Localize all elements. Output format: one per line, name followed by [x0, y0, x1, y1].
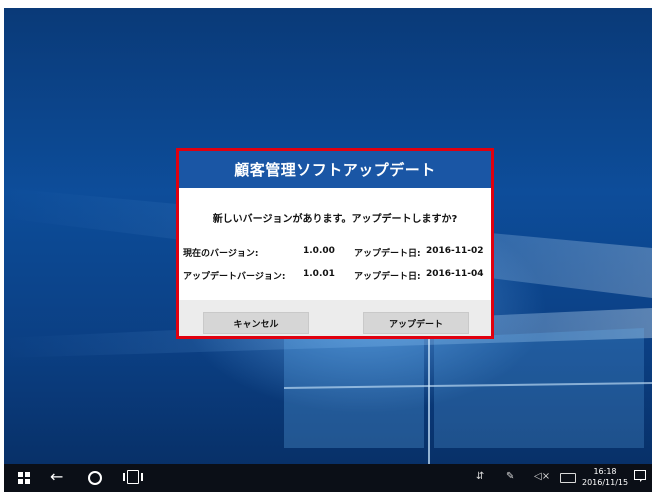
- desktop-wallpaper: 顧客管理ソフトアップデート 新しいバージョンがあります。アップデートしますか? …: [4, 8, 652, 464]
- update-dialog: 顧客管理ソフトアップデート 新しいバージョンがあります。アップデートしますか? …: [176, 148, 494, 339]
- clock[interactable]: 16:18 2016/11/15: [582, 466, 628, 488]
- dialog-footer: キャンセル アップデート: [179, 300, 491, 336]
- dialog-title: 顧客管理ソフトアップデート: [234, 161, 436, 179]
- update-version-label: アップデートバージョン:: [183, 272, 286, 282]
- notification-icon[interactable]: [634, 470, 646, 482]
- dialog-body: 新しいバージョンがあります。アップデートしますか? 現在のバージョン: 1.0.…: [179, 188, 491, 300]
- volume-muted-icon[interactable]: ◁×: [534, 471, 550, 482]
- current-date-label: アップデート日:: [354, 249, 421, 259]
- windows-start-icon[interactable]: [18, 472, 30, 484]
- screen: 顧客管理ソフトアップデート 新しいバージョンがあります。アップデートしますか? …: [4, 8, 652, 492]
- pen-icon[interactable]: ✎: [506, 471, 514, 482]
- update-message: 新しいバージョンがあります。アップデートしますか?: [212, 214, 458, 225]
- clock-date: 2016/11/15: [582, 478, 629, 487]
- current-version-row: 現在のバージョン: 1.0.00 アップデート日: 2016-11-02: [179, 246, 491, 260]
- current-date-value: 2016-11-02: [426, 246, 484, 256]
- update-version-value: 1.0.01: [303, 269, 335, 279]
- current-version-label: 現在のバージョン:: [183, 249, 259, 259]
- network-icon[interactable]: ⇵: [476, 471, 484, 482]
- update-version-row: アップデートバージョン: 1.0.01 アップデート日: 2016-11-04: [179, 269, 491, 283]
- taskbar: ← ⇵ ✎ ◁× 16:18 2016/11/15: [4, 464, 652, 492]
- update-button[interactable]: アップデート: [363, 312, 469, 334]
- update-date-value: 2016-11-04: [426, 269, 484, 279]
- clock-time: 16:18: [593, 467, 617, 476]
- cancel-button[interactable]: キャンセル: [203, 312, 309, 334]
- task-view-icon[interactable]: [123, 470, 143, 484]
- back-arrow-icon[interactable]: ←: [50, 467, 63, 486]
- dialog-header: 顧客管理ソフトアップデート: [179, 151, 491, 188]
- current-version-value: 1.0.00: [303, 246, 335, 256]
- update-date-label: アップデート日:: [354, 272, 421, 282]
- search-circle-icon[interactable]: [88, 471, 102, 485]
- keyboard-icon[interactable]: [560, 473, 576, 483]
